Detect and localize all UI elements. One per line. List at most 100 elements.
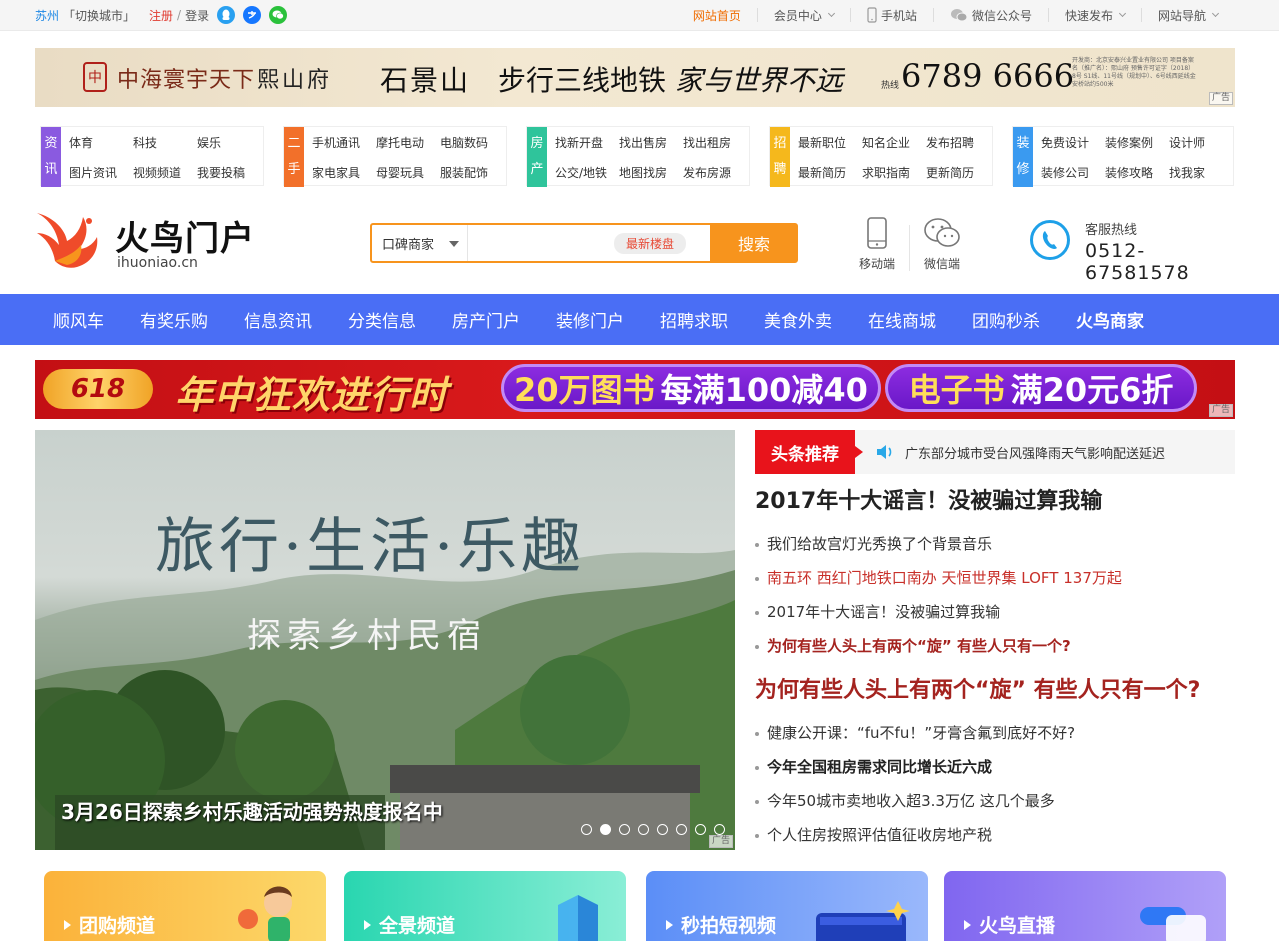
category-link[interactable]: 找出售房	[619, 134, 683, 151]
news-headline[interactable]: 2017年十大谣言！没被骗过算我输	[755, 485, 1235, 519]
search-button[interactable]: 搜索	[710, 224, 798, 262]
carousel-dot[interactable]	[657, 824, 668, 835]
hero-carousel[interactable]: 旅行·生活·乐趣 探索乡村民宿 3月26日探索乡村乐趣活动强势热度报名中 广告	[35, 430, 735, 850]
list-item[interactable]: 今年50城市卖地收入超3.3万亿 这几个最多	[755, 784, 1235, 818]
nav-item-news[interactable]: 信息资讯	[226, 294, 330, 345]
category-link[interactable]: 摩托电动	[376, 134, 440, 151]
search-type-select[interactable]: 口碑商家	[372, 225, 468, 261]
carousel-dot[interactable]	[638, 824, 649, 835]
switch-city-link[interactable]: 「切换城市」	[63, 7, 135, 24]
category-tag-char: 产	[530, 162, 544, 177]
nav-item-decoration[interactable]: 装修门户	[538, 294, 642, 345]
news-marquee[interactable]: 广东部分城市受台风强降雨天气影响配送延迟	[905, 443, 1165, 462]
nav-item-food[interactable]: 美食外卖	[746, 294, 850, 345]
site-nav-link[interactable]: 网站导航	[1140, 8, 1234, 23]
category-link[interactable]: 设计师	[1169, 134, 1233, 151]
category-link[interactable]: 图片资讯	[69, 164, 133, 181]
category-link[interactable]: 公交/地铁	[555, 164, 619, 181]
badge-618: 618	[43, 369, 153, 409]
list-item[interactable]: 个人住房按照评估值征收房地产税	[755, 818, 1235, 852]
quick-publish-link[interactable]: 快速发布	[1047, 8, 1141, 23]
wechat-icon[interactable]	[269, 6, 288, 24]
list-item[interactable]: 我们给故宫灯光秀换了个背景音乐	[755, 527, 1235, 561]
nav-item-merchants[interactable]: 火鸟商家	[1058, 294, 1162, 345]
mobile-site-link[interactable]: 手机站	[849, 7, 933, 23]
category-link[interactable]: 最新职位	[798, 134, 862, 151]
category-link[interactable]: 娱乐	[197, 134, 261, 151]
current-city[interactable]: 苏州	[35, 7, 59, 24]
mobile-app-link[interactable]: 移动端	[850, 215, 904, 272]
wechat-official-link[interactable]: 微信公众号	[932, 8, 1048, 23]
wechat-app-link[interactable]: 微信端	[915, 215, 969, 272]
channel-short-video[interactable]: 秒拍短视频	[646, 871, 928, 941]
category-link[interactable]: 电脑数码	[440, 134, 504, 151]
category-link[interactable]: 母婴玩具	[376, 164, 440, 181]
category-link[interactable]: 最新简历	[798, 164, 862, 181]
hot-search-tag[interactable]: 最新楼盘	[614, 233, 687, 254]
category-link[interactable]: 装修攻略	[1105, 164, 1169, 181]
news-headline[interactable]: 为何有些人头上有两个“旋” 有些人只有一个?	[755, 674, 1235, 708]
wechat-label: 微信端	[923, 257, 960, 271]
main-nav: 顺风车 有奖乐购 信息资讯 分类信息 房产门户 装修门户 招聘求职 美食外卖 在…	[0, 294, 1279, 345]
category-link[interactable]: 更新简历	[926, 164, 990, 181]
category-link[interactable]: 地图找房	[619, 164, 683, 181]
category-link[interactable]: 免费设计	[1041, 134, 1105, 151]
list-item[interactable]: 今年全国租房需求同比增长近六成	[755, 750, 1235, 784]
separator: /	[177, 8, 182, 22]
offer-text: 满20元6折	[1010, 371, 1174, 409]
logo-text[interactable]: 火鸟门户	[115, 211, 255, 260]
category-link[interactable]: 发布招聘	[926, 134, 990, 151]
channel-panorama[interactable]: 全景频道	[344, 871, 626, 941]
nav-item-jobs[interactable]: 招聘求职	[642, 294, 746, 345]
nav-item-carpool[interactable]: 顺风车	[35, 294, 122, 345]
carousel-dot-active[interactable]	[600, 824, 611, 835]
channel-groupbuy[interactable]: 团购频道	[44, 871, 326, 941]
category-link[interactable]: 找新开盘	[555, 134, 619, 151]
channel-live[interactable]: 火鸟直播	[944, 871, 1226, 941]
category-link[interactable]: 找我家	[1169, 164, 1233, 181]
real-estate-ad-banner[interactable]: 中 中海寰宇天下 熙山府 石景山 步行三线地铁 家与世界不远 热线 6789 6…	[35, 48, 1235, 107]
category-tag-char: 二	[287, 136, 301, 151]
firebird-logo-icon[interactable]	[35, 209, 101, 271]
member-center-link[interactable]: 会员中心	[756, 8, 850, 23]
carousel-dot[interactable]	[581, 824, 592, 835]
nav-item-realestate[interactable]: 房产门户	[434, 294, 538, 345]
carousel-dot[interactable]	[676, 824, 687, 835]
mobile-site-label: 手机站	[880, 8, 917, 23]
register-link[interactable]: 注册	[149, 7, 173, 24]
nav-item-groupbuy[interactable]: 团购秒杀	[954, 294, 1058, 345]
category-link[interactable]: 求职指南	[862, 164, 926, 181]
carousel-dot[interactable]	[714, 824, 725, 835]
hero-caption[interactable]: 3月26日探索乡村乐趣活动强势热度报名中	[61, 796, 443, 825]
category-link[interactable]: 手机通讯	[312, 134, 376, 151]
list-item[interactable]: 健康公开课：“fu不fu！”牙膏含氟到底好不好?	[755, 716, 1235, 750]
nav-item-lottery-shop[interactable]: 有奖乐购	[122, 294, 226, 345]
category-link[interactable]: 服装配饰	[440, 164, 504, 181]
category-link[interactable]: 我要投稿	[197, 164, 261, 181]
list-item[interactable]: 2017年十大谣言！没被骗过算我输	[755, 595, 1235, 629]
list-item[interactable]: 南五环 西红门地铁口南办 天恒世界集 LOFT 137万起	[755, 561, 1235, 595]
news-ticker: 头条推荐 广东部分城市受台风强降雨天气影响配送延迟	[755, 430, 1235, 474]
nav-item-classifieds[interactable]: 分类信息	[330, 294, 434, 345]
list-item[interactable]: 为何有些人头上有两个“旋” 有些人只有一个?	[755, 629, 1235, 663]
category-link[interactable]: 体育	[69, 134, 133, 151]
home-link[interactable]: 网站首页	[677, 8, 757, 23]
category-link[interactable]: 装修公司	[1041, 164, 1105, 181]
category-link[interactable]: 视频频道	[133, 164, 197, 181]
category-link[interactable]: 家电家具	[312, 164, 376, 181]
carousel-dot[interactable]	[619, 824, 630, 835]
alipay-icon[interactable]	[243, 6, 262, 24]
ad-fine-print: 开发商：北京安泰兴业置业有限公司 项目备案名（推广名）：熙山府 预售许可证字（2…	[1072, 57, 1196, 88]
qq-icon[interactable]	[217, 6, 236, 24]
channel-label: 全景频道	[364, 911, 455, 938]
category-link[interactable]: 科技	[133, 134, 197, 151]
promo-618-banner[interactable]: 618 年中狂欢进行时 20万图书 每满100减40 电子书 满20元6折 广告	[35, 360, 1235, 419]
brand-logo-icon: 中	[83, 62, 107, 92]
category-link[interactable]: 装修案例	[1105, 134, 1169, 151]
category-link[interactable]: 发布房源	[683, 164, 747, 181]
nav-item-mall[interactable]: 在线商城	[850, 294, 954, 345]
category-link[interactable]: 知名企业	[862, 134, 926, 151]
carousel-dot[interactable]	[695, 824, 706, 835]
category-link[interactable]: 找出租房	[683, 134, 747, 151]
login-link[interactable]: 登录	[185, 7, 209, 24]
